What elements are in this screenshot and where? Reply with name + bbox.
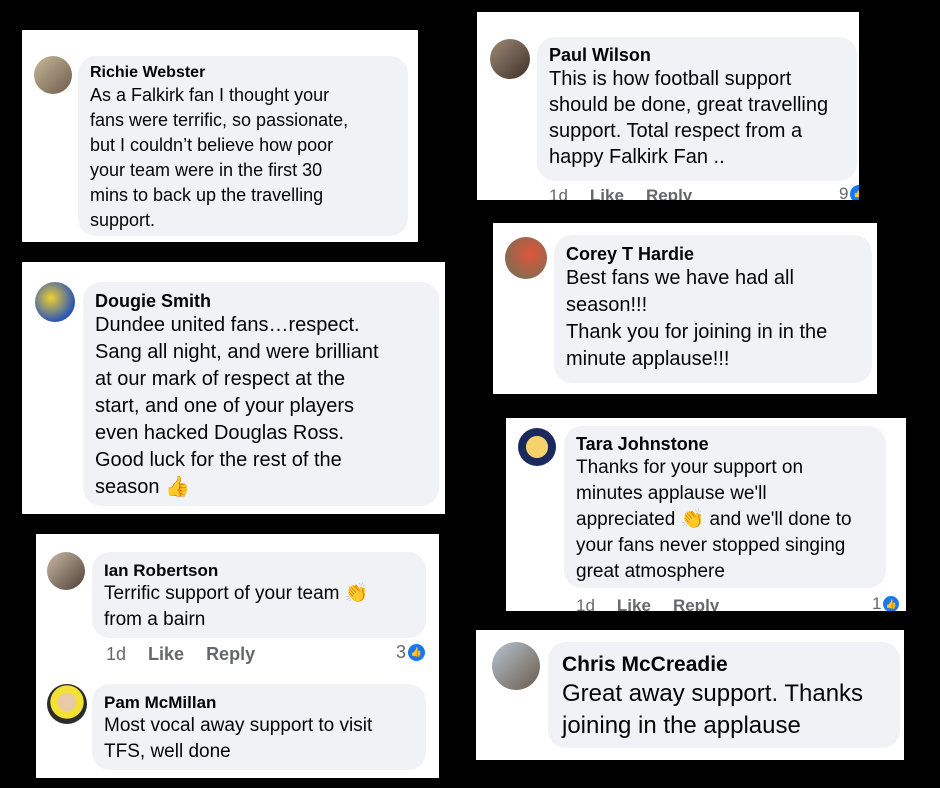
avatar[interactable] — [490, 39, 530, 79]
comment-text: Great away support. Thanks joining in th… — [562, 680, 864, 739]
thumbs-up-icon: 👍 — [165, 476, 190, 498]
reaction-number: 1 — [872, 594, 882, 611]
comment-bubble: Ian Robertson Terrific support of your t… — [92, 552, 426, 638]
reply-button[interactable]: Reply — [673, 596, 719, 611]
comment-card-richie: Richie Webster As a Falkirk fan I though… — [22, 30, 418, 242]
commenter-name[interactable]: Pam McMillan — [104, 692, 414, 713]
like-button[interactable]: Like — [148, 644, 184, 664]
comment-text: This is how football support should be d… — [549, 68, 829, 168]
timestamp: 1d — [106, 644, 127, 664]
comment-bubble: Pam McMillan Most vocal away support to … — [92, 684, 426, 770]
reply-button[interactable]: Reply — [206, 644, 255, 664]
like-reaction-icon: 👍 — [850, 185, 859, 200]
comment-text: Dundee united fans…respect. Sang all nig… — [95, 312, 427, 501]
comment-card-dougie: Dougie Smith Dundee united fans…respect.… — [22, 262, 445, 514]
reaction-count[interactable]: 3 👍 — [396, 642, 426, 663]
like-reaction-icon: 👍 — [883, 596, 900, 611]
comment-actions: 1d Like Reply — [549, 186, 714, 200]
comment-text: Terrific support of your team 👏 from a ba… — [104, 581, 414, 633]
avatar[interactable] — [47, 684, 87, 724]
avatar[interactable] — [518, 428, 556, 466]
comment-text-part2: from a bairn — [104, 609, 206, 630]
avatar[interactable] — [47, 552, 85, 590]
comment-actions: 1d Like Reply — [576, 596, 741, 611]
timestamp: 1d — [549, 186, 568, 200]
comment-card-corey: Corey T Hardie Best fans we have had all… — [493, 223, 877, 394]
clap-icon: 👏 — [680, 509, 705, 530]
comment-bubble: Dougie Smith Dundee united fans…respect.… — [83, 282, 439, 506]
comment-bubble: Richie Webster As a Falkirk fan I though… — [78, 56, 408, 236]
commenter-name[interactable]: Richie Webster — [90, 63, 396, 83]
comment-bubble: Tara Johnstone Thanks for your support o… — [564, 426, 886, 588]
commenter-name[interactable]: Paul Wilson — [549, 44, 845, 66]
commenter-name[interactable]: Dougie Smith — [95, 290, 427, 312]
comment-text-body: Dundee united fans…respect. Sang all nig… — [95, 314, 379, 498]
avatar[interactable] — [34, 56, 72, 94]
reaction-count[interactable]: 1 👍 — [872, 594, 900, 611]
like-reaction-icon: 👍 — [408, 644, 426, 661]
comment-bubble: Chris McCreadie Great away support. Than… — [548, 642, 900, 748]
comment-text: Most vocal away support to visit TFS, we… — [104, 715, 373, 762]
comment-card-paul: Paul Wilson This is how football support… — [477, 12, 859, 200]
comment-card-tara: Tara Johnstone Thanks for your support o… — [506, 418, 906, 611]
comment-text: As a Falkirk fan I thought your fans wer… — [90, 85, 349, 230]
comment-text-part1: Terrific support of your team — [104, 583, 340, 604]
avatar[interactable] — [492, 642, 540, 690]
commenter-name[interactable]: Chris McCreadie — [562, 652, 886, 678]
comment-actions: 1d Like Reply — [106, 644, 277, 665]
comment-card-ian-pam: Ian Robertson Terrific support of your t… — [36, 534, 439, 778]
clap-icon: 👏 — [344, 583, 369, 604]
reaction-number: 9 — [839, 184, 849, 200]
comment-card-chris: Chris McCreadie Great away support. Than… — [476, 630, 904, 760]
comment-text: Thanks for your support on minutes appla… — [576, 455, 874, 585]
reply-button[interactable]: Reply — [646, 186, 692, 200]
comment-bubble: Corey T Hardie Best fans we have had all… — [554, 235, 872, 383]
comment-bubble: Paul Wilson This is how football support… — [537, 37, 857, 181]
avatar[interactable] — [505, 237, 547, 279]
comment-text: Best fans we have had all season!!! Than… — [566, 267, 828, 370]
commenter-name[interactable]: Ian Robertson — [104, 560, 414, 581]
like-button[interactable]: Like — [617, 596, 651, 611]
like-button[interactable]: Like — [590, 186, 624, 200]
reaction-count[interactable]: 9 👍 — [839, 184, 859, 200]
reaction-number: 3 — [396, 642, 407, 662]
avatar[interactable] — [35, 282, 75, 322]
commenter-name[interactable]: Tara Johnstone — [576, 433, 874, 455]
timestamp: 1d — [576, 596, 595, 611]
commenter-name[interactable]: Corey T Hardie — [566, 243, 860, 265]
